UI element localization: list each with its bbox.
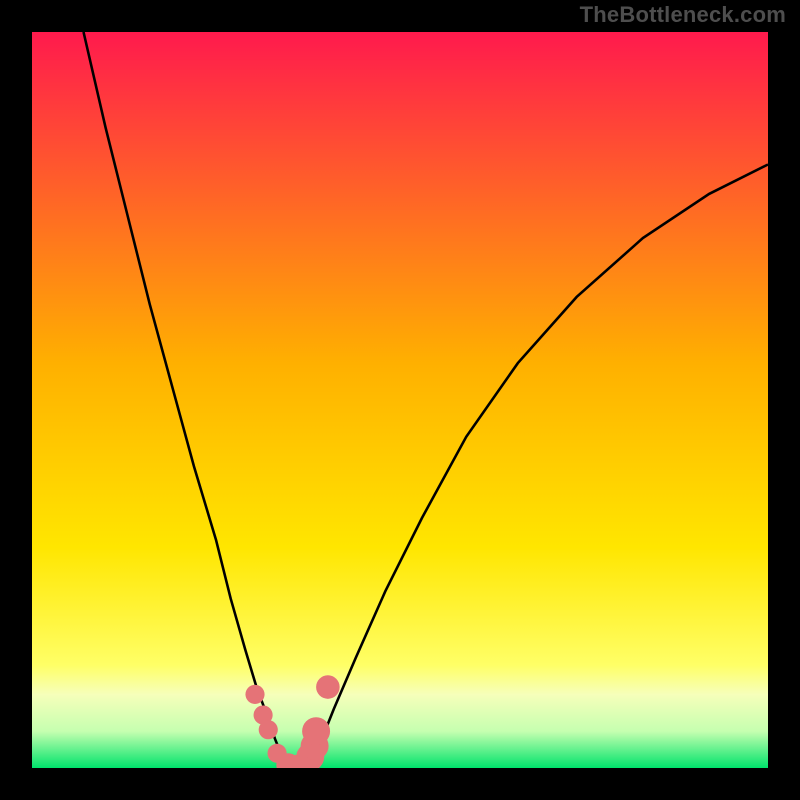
highlight-dot	[245, 685, 264, 704]
highlight-dot	[302, 717, 330, 745]
highlight-dot	[259, 720, 278, 739]
gradient-background	[32, 32, 768, 768]
plot-svg	[32, 32, 768, 768]
watermark-text: TheBottleneck.com	[580, 2, 786, 28]
chart-frame: TheBottleneck.com	[0, 0, 800, 800]
highlight-dot	[316, 675, 340, 699]
plot-area	[32, 32, 768, 768]
